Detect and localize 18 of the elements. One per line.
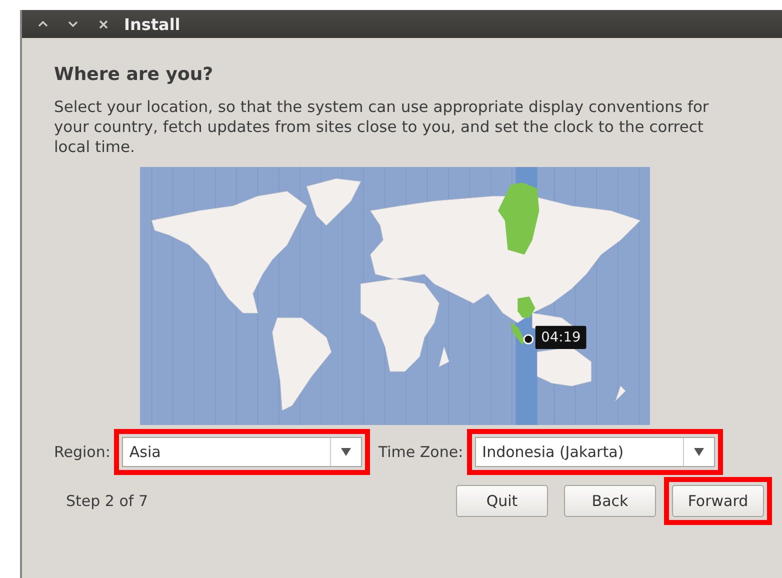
down-chevron-icon bbox=[68, 21, 78, 27]
field-label: Time Zone: bbox=[378, 443, 464, 461]
time-label: 04:19 bbox=[535, 326, 587, 350]
field-label: Region: bbox=[54, 443, 110, 461]
up-chevron-icon bbox=[38, 21, 48, 27]
step-indicator: Step 2 of 7 bbox=[66, 492, 150, 510]
dropdown-arrow-icon bbox=[341, 448, 352, 456]
nav-button[interactable]: Back bbox=[564, 485, 656, 517]
location-marker bbox=[523, 334, 534, 344]
dropdown-field[interactable]: Asia bbox=[122, 437, 362, 467]
nav-button[interactable]: Forward bbox=[672, 485, 764, 517]
dropdown-arrow-icon bbox=[694, 448, 704, 456]
close-icon bbox=[98, 20, 108, 28]
dropdown-field[interactable]: Indonesia (Jakarta) bbox=[475, 437, 716, 467]
window-title: Install bbox=[124, 14, 180, 34]
page-heading: Where are you? bbox=[54, 64, 214, 85]
description-text: Select your location, so that the system can use appropriate display conventions for your country, fetch updates from sites close to you, and set the clock to the correct local time. bbox=[54, 97, 710, 157]
nav-button[interactable]: Quit bbox=[456, 485, 548, 517]
